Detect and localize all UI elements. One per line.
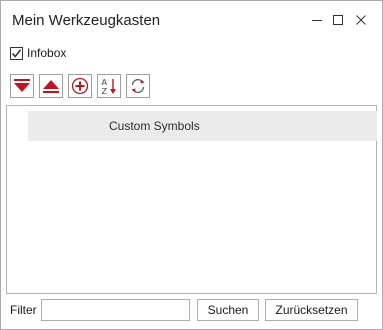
collapse-down-icon [14, 79, 30, 92]
svg-text:Z: Z [102, 87, 108, 95]
add-circle-icon [71, 77, 89, 95]
collapse-all-button[interactable] [10, 74, 34, 98]
infobox-toggle[interactable]: Infobox [10, 45, 66, 61]
minimize-icon [312, 20, 322, 21]
toolbox-window: Mein Werkzeugkasten Infobox A Z Custom S… [0, 0, 383, 330]
maximize-button[interactable] [327, 10, 349, 30]
title-bar[interactable]: Mein Werkzeugkasten [1, 1, 382, 39]
list-item-custom-symbols[interactable]: Custom Symbols [28, 111, 377, 141]
window-title: Mein Werkzeugkasten [12, 12, 161, 29]
refresh-button[interactable] [126, 74, 150, 98]
expand-up-icon [43, 80, 59, 93]
checkmark-icon [11, 48, 22, 58]
list-item-label: Custom Symbols [109, 119, 200, 133]
maximize-icon [333, 15, 343, 25]
reset-button[interactable]: Zurücksetzen [265, 299, 358, 321]
infobox-label: Infobox [27, 46, 67, 60]
infobox-checkbox[interactable] [10, 46, 23, 60]
sort-az-icon: A Z [102, 78, 116, 95]
refresh-icon [131, 79, 145, 93]
svg-text:A: A [102, 78, 108, 87]
add-button[interactable] [68, 74, 92, 98]
minimize-button[interactable] [306, 10, 328, 30]
expand-all-button[interactable] [39, 74, 63, 98]
filter-input[interactable] [41, 299, 190, 321]
search-button[interactable]: Suchen [197, 299, 259, 321]
close-button[interactable] [350, 10, 372, 30]
filter-label: Filter [10, 303, 37, 317]
sort-button[interactable]: A Z [97, 74, 121, 98]
symbol-tree[interactable]: Custom Symbols [6, 105, 377, 294]
close-icon [356, 15, 366, 25]
